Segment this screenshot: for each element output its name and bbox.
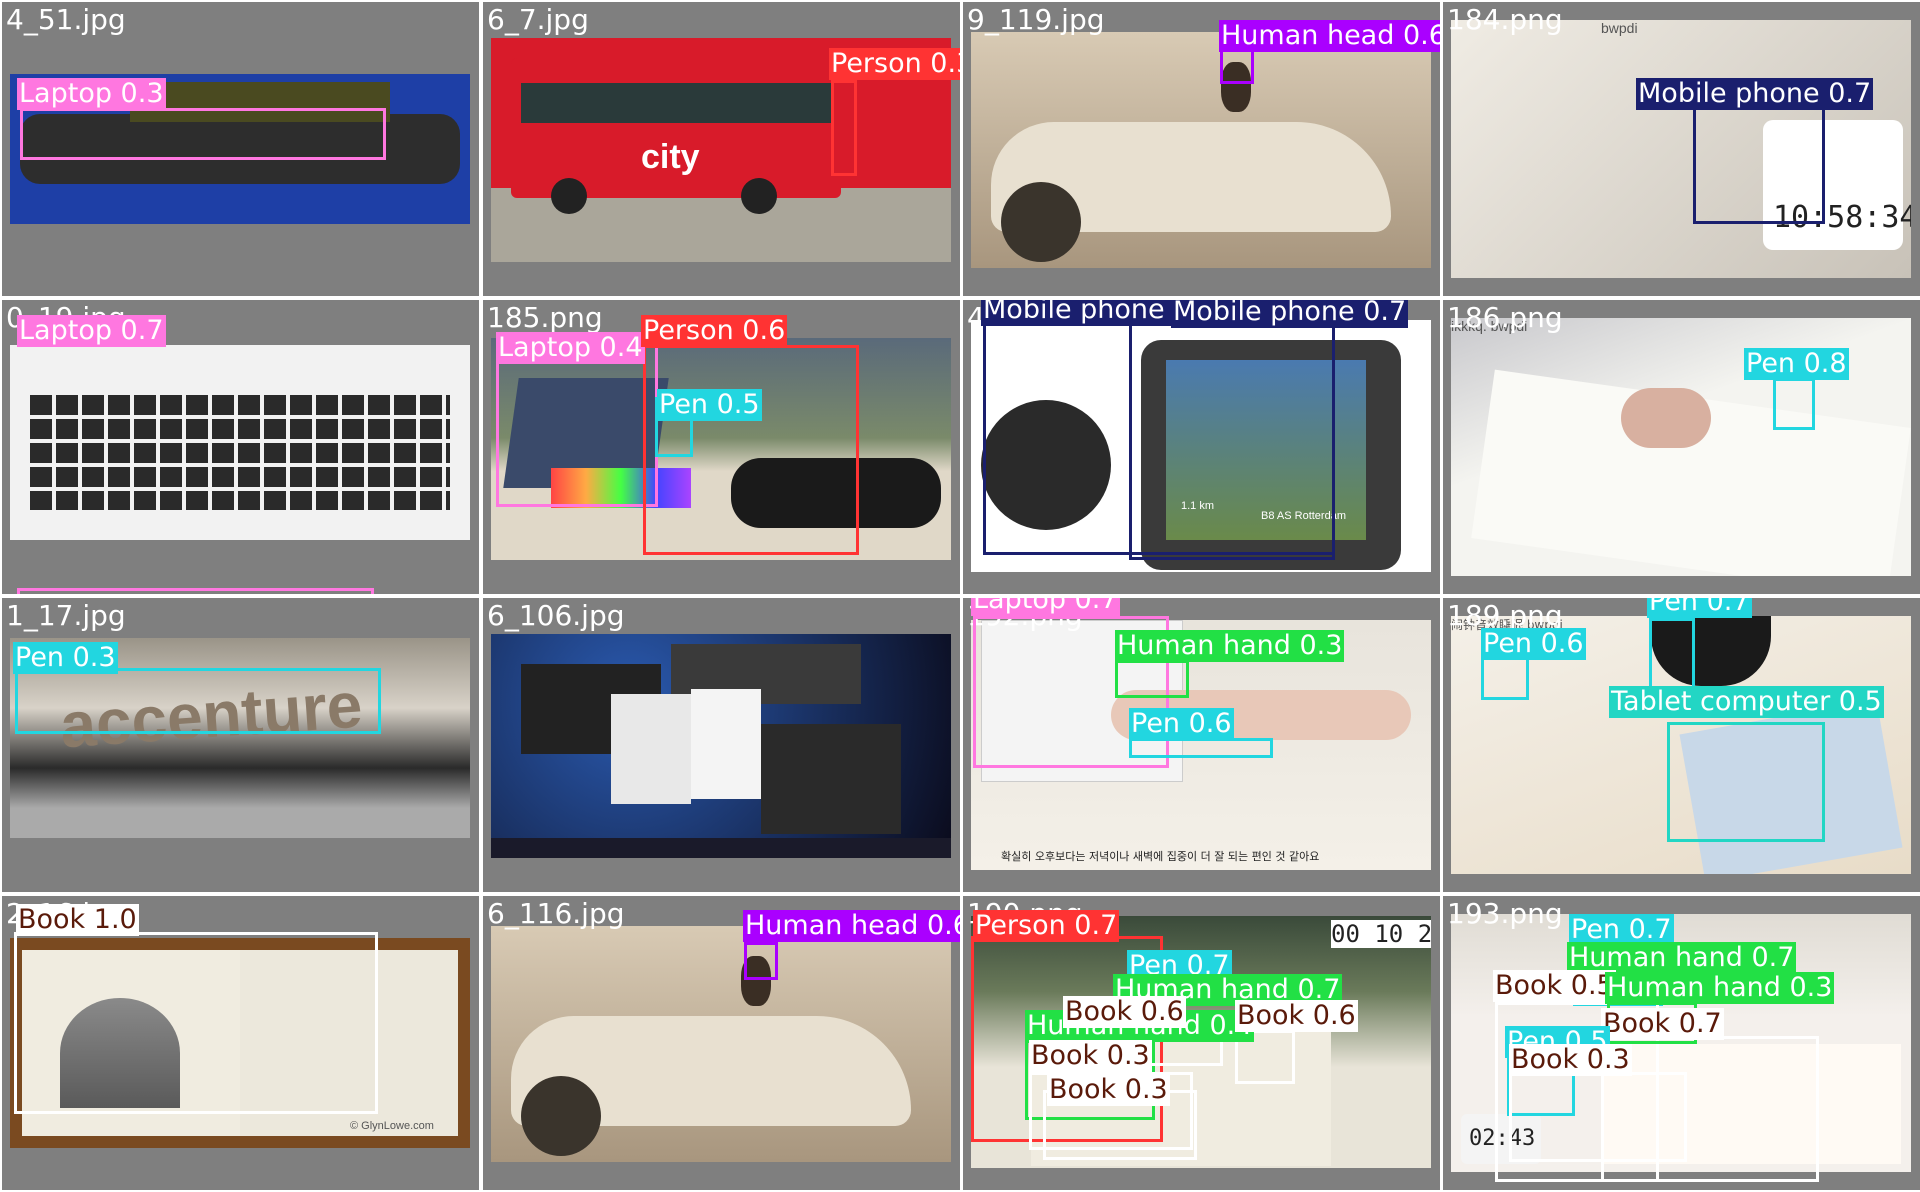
tile-photo: [491, 634, 951, 858]
tile-186-png[interactable]: ikkkq. bwpdi 186.png Pen 0.8: [1443, 300, 1920, 594]
detection-box-book[interactable]: [14, 932, 378, 1114]
taskbar: [491, 838, 951, 858]
detection-box-pen[interactable]: [15, 668, 381, 734]
detection-box-book[interactable]: [1509, 1072, 1687, 1162]
detection-label-pen: Pen 0.8: [1744, 348, 1849, 380]
video-caption-text: 확실히 오후보다는 저녁이나 새벽에 집중이 더 잘 되는 편인 것 같아요: [1001, 850, 1320, 863]
detection-box-pen[interactable]: [1773, 378, 1815, 430]
tile-filename: 193.png: [1447, 897, 1563, 930]
tile-filename: 184.png: [1447, 3, 1563, 36]
tile-filename: 186.png: [1447, 301, 1563, 334]
detection-label-laptop: Laptop 0.7: [971, 598, 1120, 616]
tile-photo: [10, 345, 470, 540]
detection-box-pen[interactable]: [1481, 656, 1529, 700]
tile-1-17-jpg[interactable]: accenture 1_17.jpg Pen 0.3: [2, 598, 479, 892]
detection-label-book: Book 0.5: [1493, 970, 1616, 1002]
tile-192-png[interactable]: 확실히 오후보다는 저녁이나 새벽에 집중이 더 잘 되는 편인 것 같아요19…: [963, 598, 1440, 892]
tile-photo: [491, 926, 951, 1162]
detection-label-person: Person 0.3: [829, 48, 960, 80]
tile-filename: 6_7.jpg: [487, 3, 589, 36]
detection-label-pen: Pen 0.5: [657, 389, 762, 421]
tile-photo: [971, 32, 1431, 268]
detection-box-laptop[interactable]: [17, 588, 374, 594]
wheel: [551, 178, 587, 214]
detection-label-mobile-phone: Mobile phone 0.7: [1636, 78, 1874, 110]
tile-4-51-jpg[interactable]: 4_51.jpg Laptop 0.3: [2, 2, 479, 296]
detection-label-book: Book 1.0: [16, 904, 139, 936]
tile-190-png[interactable]: 00 10 29190.pngPerson 0.7Pen 0.7Human ha…: [963, 896, 1440, 1190]
detection-label-human-hand: Human hand 0.3: [1115, 630, 1345, 662]
tile-6-106-jpg[interactable]: 6_106.jpg: [483, 598, 960, 892]
key-rows: [30, 395, 450, 510]
wheel: [1001, 182, 1081, 262]
tile-9-119-jpg[interactable]: 9_119.jpg Human head 0.6: [963, 2, 1440, 296]
tile-189-png[interactable]: 闹钟音效睡眠 bwpdi 189.png Pen 0.6 Pen 0.7 Tablet …: [1443, 598, 1920, 892]
tile-filename: 4_51.jpg: [6, 3, 126, 36]
detection-box-pen[interactable]: [1129, 738, 1273, 758]
tile-filename: 6_106.jpg: [487, 599, 625, 632]
tile-filename: 1_17.jpg: [6, 599, 126, 632]
detection-label-book: Book 0.6: [1063, 996, 1186, 1028]
timer-display: 00 10 29: [1331, 920, 1431, 948]
detection-label-book: Book 0.6: [1235, 1000, 1358, 1032]
bus-body: [511, 58, 841, 198]
tile-photo: 10:58:34 bwpdi: [1451, 20, 1911, 278]
wheel: [741, 178, 777, 214]
detection-box-person[interactable]: [831, 80, 857, 176]
detection-label-human-head: Human head 0.6: [1219, 20, 1440, 52]
detection-label-mobile-phone: Mobile phone 0.7: [1171, 300, 1409, 328]
window-3: [611, 694, 691, 804]
tile-filename: 185.png: [487, 301, 603, 334]
detection-box-pen[interactable]: [1649, 618, 1695, 694]
detection-label-book: Book 0.3: [1047, 1074, 1170, 1106]
detection-label-book: Book 0.7: [1601, 1008, 1724, 1040]
detection-label-laptop: Laptop 0.4: [496, 332, 645, 364]
detection-label-tablet-computer: Tablet computer 0.5: [1609, 686, 1884, 718]
copyright-text: © GlynLowe.com: [350, 1120, 434, 1132]
detection-label-book: Book 0.3: [1029, 1040, 1152, 1072]
tile-2-16-jpg[interactable]: © GlynLowe.com2_16.jpgBook 1.0: [2, 896, 479, 1190]
tile-6-116-jpg[interactable]: 6_116.jpg Human head 0.6: [483, 896, 960, 1190]
detection-box-mobile-phone[interactable]: [1129, 322, 1335, 560]
tile-6-7-jpg[interactable]: city 6_7.jpg Person 0.3: [483, 2, 960, 296]
detection-box-tablet-computer[interactable]: [1667, 722, 1825, 842]
tile-4-50-jpg[interactable]: 1.1 kmB8 AS Rotterdam4_50.jpgMobile phon…: [963, 300, 1440, 594]
bus-windows: [521, 83, 831, 123]
tile-185-png[interactable]: 185.png Laptop 0.4 Person 0.6 Pen 0.5: [483, 300, 960, 594]
detection-label-pen: Pen 0.6: [1129, 708, 1234, 740]
detection-label-laptop: Laptop 0.3: [17, 78, 166, 110]
wheel: [521, 1076, 601, 1156]
detection-label-pen: Pen 0.3: [13, 642, 118, 674]
detection-box-laptop[interactable]: [20, 108, 386, 160]
hand: [1621, 388, 1711, 448]
detection-box-human-head[interactable]: [744, 942, 778, 980]
tile-193-png[interactable]: 02:43 193.png Pen 0.7 Human hand 0.7 Book 0.…: [1443, 896, 1920, 1190]
detection-label-book: Book 0.3: [1509, 1044, 1632, 1076]
tile-0-19-jpg[interactable]: 0_19.jpgLaptop 0.7: [2, 300, 479, 594]
detection-label-person: Person 0.7: [973, 910, 1120, 942]
detection-label-laptop: Laptop 0.7: [17, 315, 166, 347]
detection-label-person: Person 0.6: [641, 315, 788, 347]
tile-184-png[interactable]: 10:58:34 bwpdi 184.png Mobile phone 0.7: [1443, 2, 1920, 296]
detection-label-human-hand: Human hand 0.3: [1605, 972, 1835, 1004]
detection-label-pen: Pen 0.7: [1647, 598, 1752, 618]
detection-box-mobile-phone[interactable]: [1693, 106, 1825, 224]
tile-filename: 9_119.jpg: [967, 3, 1105, 36]
detection-box-human-hand[interactable]: [1115, 660, 1189, 698]
watermark-text: bwpdi: [1601, 20, 1638, 36]
detection-label-pen: Pen 0.6: [1481, 628, 1586, 660]
tile-filename: 6_116.jpg: [487, 897, 625, 930]
detection-mosaic: 4_51.jpg Laptop 0.3 city 6_7.jpg Person 0.3 9…: [0, 0, 1920, 1192]
window-4: [691, 689, 761, 799]
bus-logo-text: city: [641, 138, 700, 176]
detection-label-human-head: Human head 0.6: [743, 910, 960, 942]
window-5: [761, 724, 901, 834]
